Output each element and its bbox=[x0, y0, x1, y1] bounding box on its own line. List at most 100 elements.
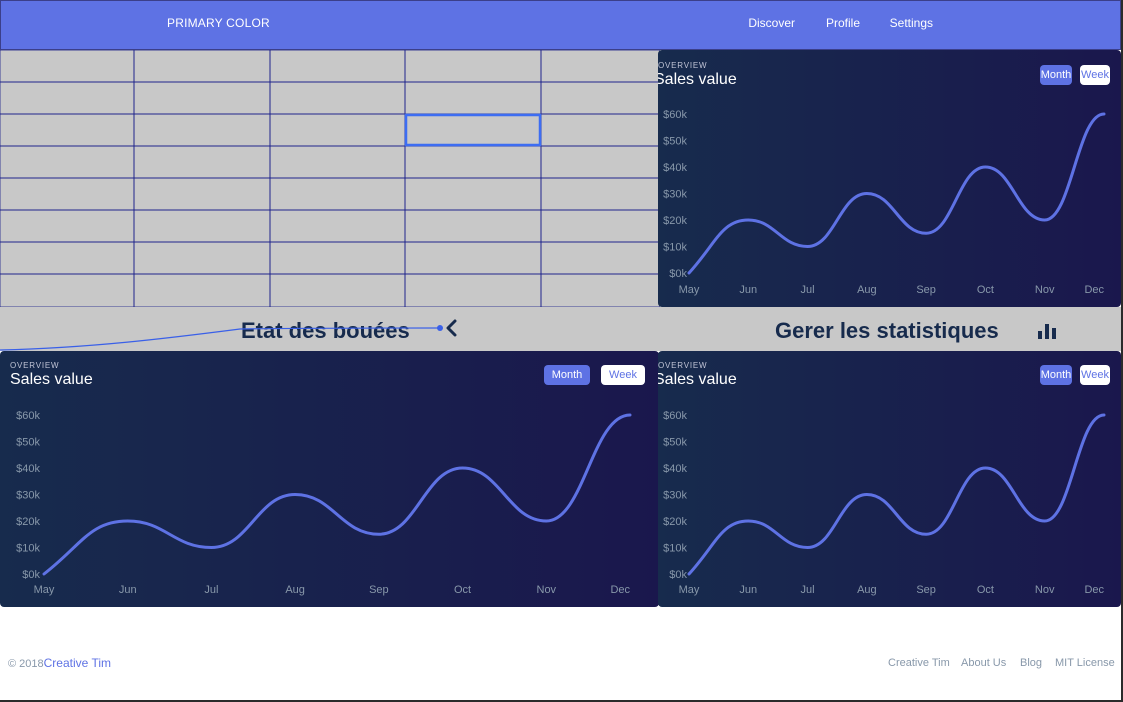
grid-cell[interactable] bbox=[269, 113, 406, 147]
grid-cell[interactable] bbox=[133, 113, 271, 147]
grid-cell[interactable] bbox=[540, 241, 660, 275]
nav-link-settings[interactable]: Settings bbox=[890, 16, 933, 30]
data-point[interactable] bbox=[924, 231, 928, 235]
grid-cell[interactable] bbox=[269, 81, 406, 115]
grid-cell[interactable] bbox=[0, 113, 135, 147]
grid-cell[interactable] bbox=[404, 81, 542, 115]
grid-cell[interactable] bbox=[269, 50, 406, 83]
buoy-grid bbox=[0, 50, 660, 307]
grid-cell[interactable] bbox=[404, 50, 542, 83]
grid-cell[interactable] bbox=[540, 81, 660, 115]
data-point[interactable] bbox=[865, 493, 869, 497]
grid-cell[interactable] bbox=[269, 177, 406, 211]
footer-link-about-us[interactable]: About Us bbox=[961, 657, 1006, 669]
data-point[interactable] bbox=[983, 165, 987, 169]
grid-cell[interactable] bbox=[269, 209, 406, 243]
grid-cell[interactable] bbox=[0, 273, 135, 307]
grid-cell[interactable] bbox=[404, 209, 542, 243]
data-point[interactable] bbox=[126, 519, 130, 523]
grid-cell[interactable] bbox=[269, 145, 406, 179]
footer-link-mit-license[interactable]: MIT License bbox=[1055, 657, 1115, 669]
y-tick-label: $20k bbox=[16, 516, 40, 528]
data-point[interactable] bbox=[746, 519, 750, 523]
grid-cell[interactable] bbox=[404, 177, 542, 211]
data-point[interactable] bbox=[806, 546, 810, 550]
navbar-brand[interactable]: PRIMARY COLOR bbox=[167, 16, 270, 30]
y-tick-label: $10k bbox=[663, 242, 687, 254]
nav-link-discover[interactable]: Discover bbox=[748, 16, 795, 30]
grid-cell[interactable] bbox=[0, 209, 135, 243]
grid-cell[interactable] bbox=[404, 145, 542, 179]
grid-cell[interactable] bbox=[269, 273, 406, 307]
x-tick-label: Nov bbox=[537, 584, 557, 596]
y-tick-label: $50k bbox=[663, 136, 687, 148]
grid-cell[interactable] bbox=[133, 50, 271, 83]
footer-link-blog[interactable]: Blog bbox=[1020, 657, 1042, 669]
grid-cell[interactable] bbox=[540, 113, 660, 147]
y-tick-label: $10k bbox=[16, 543, 40, 555]
y-tick-label: $20k bbox=[663, 516, 687, 528]
x-tick-label: Dec bbox=[610, 584, 630, 596]
data-point[interactable] bbox=[377, 532, 381, 536]
footer-brand-link[interactable]: Creative Tim bbox=[44, 656, 111, 670]
data-point[interactable] bbox=[865, 192, 869, 196]
grid-lines bbox=[0, 50, 660, 307]
y-tick-label: $0k bbox=[669, 569, 687, 581]
grid-cell[interactable] bbox=[0, 50, 135, 83]
grid-cell[interactable] bbox=[540, 273, 660, 307]
x-tick-label: Sep bbox=[916, 584, 936, 596]
selected-grid-cell[interactable] bbox=[404, 113, 542, 147]
data-point[interactable] bbox=[1102, 112, 1106, 116]
x-tick-label: May bbox=[679, 584, 700, 596]
data-point[interactable] bbox=[924, 532, 928, 536]
data-point[interactable] bbox=[687, 572, 691, 576]
grid-cell[interactable] bbox=[133, 241, 271, 275]
x-tick-label: Dec bbox=[1084, 584, 1104, 596]
footer-link-creative-tim[interactable]: Creative Tim bbox=[888, 657, 950, 669]
y-tick-label: $0k bbox=[22, 569, 40, 581]
grid-cell[interactable] bbox=[0, 177, 135, 211]
grid-cell[interactable] bbox=[540, 145, 660, 179]
data-point[interactable] bbox=[687, 271, 691, 275]
grid-cell[interactable] bbox=[133, 81, 271, 115]
grid-cell[interactable] bbox=[540, 50, 660, 83]
y-tick-label: $40k bbox=[16, 463, 40, 475]
data-point[interactable] bbox=[983, 466, 987, 470]
x-tick-label: Aug bbox=[857, 584, 877, 596]
data-point[interactable] bbox=[209, 546, 213, 550]
data-point[interactable] bbox=[746, 218, 750, 222]
x-tick-label: May bbox=[34, 584, 55, 596]
nav-link-profile[interactable]: Profile bbox=[826, 16, 860, 30]
x-tick-label: Sep bbox=[369, 584, 389, 596]
grid-cell[interactable] bbox=[133, 209, 271, 243]
grid-cell[interactable] bbox=[540, 177, 660, 211]
grid-cell[interactable] bbox=[0, 81, 135, 115]
data-point[interactable] bbox=[806, 245, 810, 249]
y-tick-label: $20k bbox=[663, 215, 687, 227]
grid-cell[interactable] bbox=[133, 177, 271, 211]
x-tick-label: May bbox=[679, 284, 700, 296]
grid-cell[interactable] bbox=[133, 273, 271, 307]
data-point[interactable] bbox=[1043, 519, 1047, 523]
y-tick-label: $50k bbox=[663, 437, 687, 449]
data-point[interactable] bbox=[544, 519, 548, 523]
bar-chart-icon[interactable] bbox=[1037, 322, 1059, 345]
data-point[interactable] bbox=[293, 493, 297, 497]
grid-cell[interactable] bbox=[404, 273, 542, 307]
grid-cell[interactable] bbox=[133, 145, 271, 179]
grid-cell[interactable] bbox=[540, 209, 660, 243]
grid-cell[interactable] bbox=[404, 113, 542, 147]
data-point[interactable] bbox=[1043, 218, 1047, 222]
x-tick-label: Oct bbox=[977, 284, 994, 296]
grid-cell[interactable] bbox=[404, 241, 542, 275]
data-point[interactable] bbox=[628, 413, 632, 417]
grid-cell[interactable] bbox=[269, 241, 406, 275]
data-point[interactable] bbox=[42, 572, 46, 576]
y-tick-label: $10k bbox=[663, 543, 687, 555]
grid-cell[interactable] bbox=[0, 241, 135, 275]
data-point[interactable] bbox=[1102, 413, 1106, 417]
x-tick-label: Jul bbox=[204, 584, 218, 596]
data-point[interactable] bbox=[461, 466, 465, 470]
grid-cell[interactable] bbox=[0, 145, 135, 179]
x-tick-label: Dec bbox=[1084, 284, 1104, 296]
